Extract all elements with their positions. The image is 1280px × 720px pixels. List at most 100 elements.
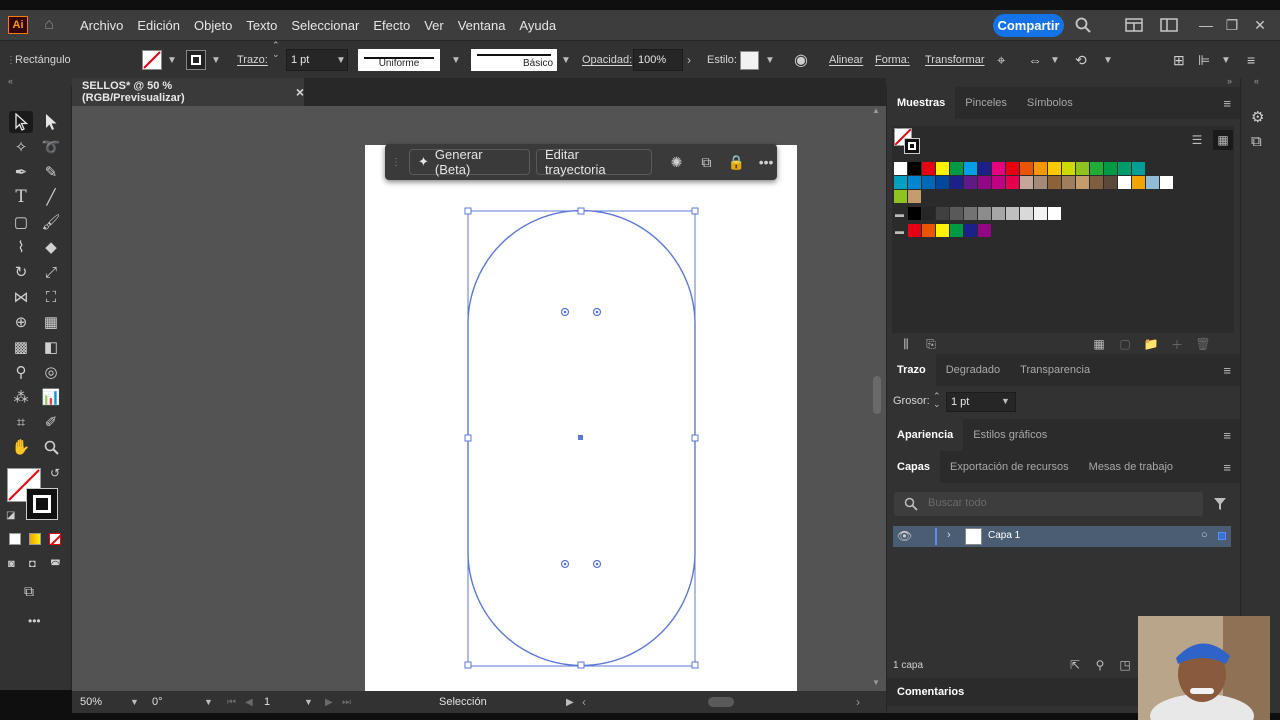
new-swatch-icon[interactable]: ＋ — [1169, 336, 1185, 352]
perspective-grid-tool-icon[interactable]: ▦ — [39, 311, 63, 333]
swatch-row2-0[interactable] — [894, 176, 907, 189]
draw-behind-icon[interactable]: ◘ — [29, 558, 36, 570]
stroke-label[interactable]: Trazo: — [237, 41, 268, 79]
selection-tool-icon[interactable] — [9, 111, 33, 133]
variable-width-profile[interactable]: Uniforme — [358, 41, 440, 79]
layer-visibility-icon[interactable]: 👁 — [897, 529, 912, 543]
profile-dropdown-icon[interactable]: ▼ — [451, 41, 461, 79]
free-transform-tool-icon[interactable]: ⛶ — [39, 286, 63, 308]
distribute-icon[interactable]: ⊞ — [1173, 41, 1185, 79]
swatches-menu-icon[interactable]: ≡ — [1223, 96, 1231, 111]
swatch-options-icon[interactable]: ▦ — [1091, 336, 1107, 352]
lasso-tool-icon[interactable]: ➰ — [39, 136, 63, 158]
share-button[interactable]: Compartir — [993, 14, 1064, 37]
eraser-tool-icon[interactable]: ◆ — [39, 236, 63, 258]
stroke-stepper-icon[interactable]: ⌃ ⌄ — [272, 41, 280, 79]
swatch-row2-6[interactable] — [978, 176, 991, 189]
selected-rounded-rectangle[interactable] — [72, 106, 868, 691]
artboard-dropdown-icon[interactable]: ▼ — [304, 697, 313, 707]
swatch-row1-1[interactable] — [908, 162, 921, 175]
swatch-row1-2[interactable] — [922, 162, 935, 175]
artboard-tool-icon[interactable]: ⌗ — [9, 411, 33, 433]
layer-target-icon[interactable]: ○ — [1201, 529, 1208, 541]
weight-stepper-icon[interactable]: ⌃ ⌄ — [933, 392, 941, 409]
reflect-icon[interactable]: ⇔ — [1028, 41, 1042, 79]
scale-tool-icon[interactable]: ⤢ — [39, 261, 63, 283]
swatch-row1-14[interactable] — [1090, 162, 1103, 175]
shape-link[interactable]: Forma: — [875, 41, 910, 79]
swatch-row1-9[interactable] — [1020, 162, 1033, 175]
stroke-swatch[interactable] — [186, 41, 206, 79]
place-swatches-icon[interactable]: ⎘ — [923, 336, 939, 352]
first-artboard-icon[interactable]: ⏮ — [227, 697, 236, 708]
swatch-row5-3[interactable] — [950, 224, 963, 237]
brush-definition[interactable]: Básico — [471, 41, 557, 79]
swatch-row4-10[interactable] — [1048, 207, 1061, 220]
artboard-number-field[interactable]: 1 — [264, 696, 270, 708]
tab-trazo[interactable]: Trazo — [887, 354, 936, 386]
menu-edicion[interactable]: Edición — [137, 18, 180, 33]
crop-icon[interactable]: ⌖ — [997, 41, 1005, 79]
shape-options-icon[interactable]: ⟲ — [1075, 41, 1087, 79]
more-options-icon[interactable]: ••• — [755, 151, 777, 173]
recolor-icon[interactable]: ◉ — [794, 41, 808, 79]
swatch-stroke-indicator[interactable] — [904, 138, 920, 154]
swatch-row3-0[interactable] — [894, 190, 907, 203]
swatch-row4-1[interactable] — [922, 207, 935, 220]
swatch-row5-2[interactable] — [936, 224, 949, 237]
swap-colors-icon[interactable]: ↺ — [50, 466, 60, 480]
next-artboard-icon[interactable]: ▶ — [325, 697, 333, 708]
color-mode-icon[interactable] — [9, 533, 21, 545]
gradient-mode-icon[interactable] — [29, 533, 41, 545]
swatch-row2-12[interactable] — [1062, 176, 1075, 189]
expand-panels-icon[interactable]: « — [1254, 76, 1259, 86]
blend-tool-icon[interactable]: ◎ — [39, 361, 63, 383]
scroll-left-icon[interactable]: ‹ — [582, 695, 586, 709]
vertical-scrollbar[interactable]: ▲ ▼ — [868, 106, 886, 691]
swatch-libraries-icon[interactable]: ⫼ — [898, 336, 914, 352]
default-colors-icon[interactable]: ◪ — [6, 510, 15, 521]
magic-wand-tool-icon[interactable]: ✧ — [9, 136, 33, 158]
panel-menu-icon[interactable]: ≡ — [1247, 41, 1255, 79]
color-group-icon[interactable]: ▢ — [1117, 336, 1133, 352]
fill-dropdown-icon[interactable]: ▼ — [167, 41, 177, 79]
swatch-row2-8[interactable] — [1006, 176, 1019, 189]
ctx-grip-icon[interactable]: ⋮ — [391, 157, 401, 168]
pen-tool-icon[interactable]: ✒ — [9, 161, 33, 183]
swatch-row4-5[interactable] — [978, 207, 991, 220]
swatch-row4-4[interactable] — [964, 207, 977, 220]
swatch-row2-13[interactable] — [1076, 176, 1089, 189]
weight-dropdown-icon[interactable]: ▼ — [1001, 396, 1010, 406]
opacity-field[interactable]: 100% — [633, 49, 683, 71]
swatch-row2-4[interactable] — [950, 176, 963, 189]
duplicate-icon[interactable]: ⧉ — [695, 151, 717, 173]
align-link[interactable]: Alinear — [829, 41, 863, 79]
tab-muestras[interactable]: Muestras — [887, 87, 956, 119]
minimize-icon[interactable]: — — [1196, 15, 1216, 35]
search-icon[interactable] — [1073, 15, 1093, 35]
list-view-icon[interactable]: ☰ — [1189, 132, 1205, 148]
menu-texto[interactable]: Texto — [246, 18, 277, 33]
menu-objeto[interactable]: Objeto — [194, 18, 232, 33]
brights-folder-icon[interactable]: ▬ — [895, 226, 904, 236]
layer-row-capa-1[interactable]: 👁 › Capa 1 ○ — [893, 526, 1231, 547]
swatch-row1-10[interactable] — [1034, 162, 1047, 175]
prev-artboard-icon[interactable]: ◀ — [245, 697, 253, 708]
scroll-up-icon[interactable]: ▲ — [872, 106, 880, 115]
locate-object-icon[interactable]: ⚲ — [1092, 657, 1108, 673]
shape-options-dropdown-icon[interactable]: ▼ — [1103, 41, 1113, 79]
draw-normal-icon[interactable]: ◙ — [8, 558, 15, 570]
delete-swatch-icon[interactable]: 🗑 — [1195, 336, 1211, 352]
swatch-row3-1[interactable] — [908, 190, 921, 203]
tab-apariencia[interactable]: Apariencia — [887, 419, 964, 451]
tab-degradado[interactable]: Degradado — [936, 354, 1010, 386]
swatch-row2-3[interactable] — [936, 176, 949, 189]
swatch-row2-17[interactable] — [1132, 176, 1145, 189]
swatch-row1-8[interactable] — [1006, 162, 1019, 175]
rotation-dropdown-icon[interactable]: ▼ — [204, 697, 213, 707]
slice-tool-icon[interactable]: ✐ — [39, 411, 63, 433]
close-tab-icon[interactable]: × — [296, 84, 304, 100]
swatch-row1-12[interactable] — [1062, 162, 1075, 175]
swatch-row1-0[interactable] — [894, 162, 907, 175]
menu-efecto[interactable]: Efecto — [373, 18, 410, 33]
